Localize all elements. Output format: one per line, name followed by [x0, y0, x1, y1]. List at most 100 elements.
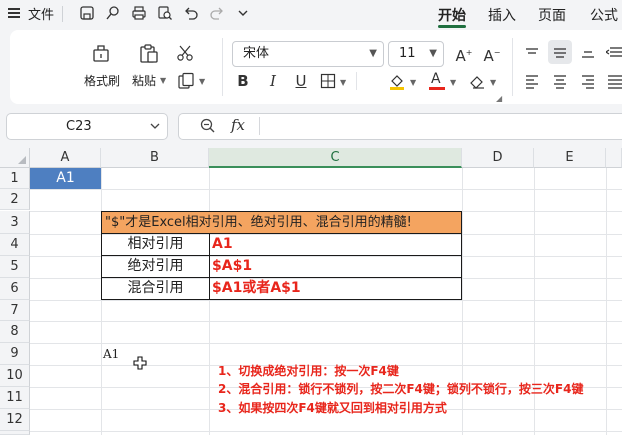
clear-format-icon[interactable]: [468, 72, 486, 90]
hamburger-menu-icon[interactable]: [8, 7, 20, 19]
row-header-11[interactable]: 11: [0, 387, 30, 409]
row-header-10[interactable]: 10: [0, 365, 30, 387]
bold-icon[interactable]: B: [234, 72, 252, 90]
column-header-d[interactable]: D: [462, 148, 534, 168]
column-header-a[interactable]: A: [30, 148, 101, 168]
row-header-3[interactable]: 3: [0, 211, 30, 234]
table-row-value: A1: [212, 236, 233, 252]
note-line-3: 3、如果按四次F4键就又回到相对引用方式: [218, 401, 447, 415]
table-row-label: 相对引用: [127, 236, 184, 252]
row-header-13[interactable]: [0, 431, 30, 435]
table-row-label-cell[interactable]: 相对引用: [101, 233, 210, 256]
formula-input[interactable]: [266, 119, 616, 137]
table-row-label: 绝对引用: [127, 258, 184, 274]
table-row-value: $A1或者A$1: [212, 280, 301, 296]
font-name-select[interactable]: 宋体 ▼: [232, 41, 384, 67]
paste-button[interactable]: 粘贴: [132, 72, 156, 89]
tab-insert[interactable]: 插入: [488, 5, 516, 25]
font-dialog-launcher-icon[interactable]: ◢: [496, 94, 502, 103]
row-header-4[interactable]: 4: [0, 234, 30, 256]
table-row-value-cell[interactable]: $A$1: [209, 255, 462, 278]
paste-icon[interactable]: [138, 42, 160, 64]
chevron-down-icon[interactable]: [234, 5, 251, 22]
align-top-icon[interactable]: [524, 44, 540, 60]
gridline: [209, 168, 210, 435]
chevron-down-icon: ▼: [429, 48, 437, 59]
gridline: [606, 168, 607, 435]
justify-icon[interactable]: [606, 73, 622, 89]
fx-icon[interactable]: fx: [231, 116, 245, 134]
paste-dropdown-arrow[interactable]: ▼: [160, 76, 166, 85]
column-header-e[interactable]: E: [534, 148, 606, 168]
table-row-label-cell[interactable]: 绝对引用: [101, 255, 210, 278]
print-preview-icon[interactable]: [104, 5, 121, 22]
chevron-down-icon: ▼: [369, 48, 377, 59]
font-name-value: 宋体: [243, 46, 270, 61]
align-middle-icon[interactable]: [548, 40, 572, 64]
row-header-7[interactable]: 7: [0, 300, 30, 321]
print-icon[interactable]: [130, 5, 147, 22]
fill-color-icon[interactable]: [388, 72, 406, 90]
tab-formula[interactable]: 公式: [590, 5, 618, 25]
row-header-5[interactable]: 5: [0, 256, 30, 278]
save-icon[interactable]: [78, 5, 95, 22]
border-dropdown-arrow[interactable]: ▼: [340, 78, 346, 87]
font-size-value: 11: [399, 46, 416, 61]
table-row-value-cell[interactable]: $A1或者A$1: [209, 277, 462, 300]
table-header-cell[interactable]: "$"才是Excel相对引用、绝对引用、混合引用的精髓!: [101, 211, 462, 234]
cell-cursor-icon: [133, 355, 147, 370]
gridline: [101, 168, 102, 435]
row-header-8[interactable]: 8: [0, 321, 30, 343]
fill-color-dropdown-arrow[interactable]: ▼: [410, 78, 416, 87]
align-right-icon[interactable]: [580, 73, 596, 89]
chevron-down-icon[interactable]: [148, 118, 162, 132]
row-header-12[interactable]: 12: [0, 409, 30, 431]
font-size-select[interactable]: 11 ▼: [388, 41, 444, 67]
table-row-value: $A$1: [212, 258, 253, 274]
italic-icon[interactable]: I: [264, 72, 282, 90]
ribbon-separator: [356, 72, 357, 90]
clear-format-dropdown-arrow[interactable]: ▼: [490, 78, 496, 87]
table-row-value-cell[interactable]: A1: [209, 233, 462, 256]
table-header-text: "$"才是Excel相对引用、绝对引用、混合引用的精髓!: [105, 215, 412, 230]
column-header-b[interactable]: B: [101, 148, 209, 168]
tab-page[interactable]: 页面: [538, 5, 566, 25]
align-left-icon[interactable]: [524, 73, 540, 89]
cell-b9-text: A1: [103, 347, 120, 361]
zoom-function-icon[interactable]: [199, 117, 217, 135]
copy-icon[interactable]: [177, 72, 195, 90]
column-header-f[interactable]: [606, 148, 622, 168]
table-row-label-cell[interactable]: 混合引用: [101, 277, 210, 300]
increase-font-icon[interactable]: A+: [454, 44, 474, 65]
row-header-1[interactable]: 1: [0, 168, 30, 189]
redo-icon[interactable]: [208, 5, 225, 22]
find-icon[interactable]: [156, 5, 173, 22]
cell-a1[interactable]: A1: [30, 168, 101, 189]
font-color-icon[interactable]: A: [428, 71, 446, 90]
format-painter-button[interactable]: 格式刷: [84, 72, 120, 89]
note-line-2: 2、混合引用：锁行不锁列，按二次F4键；锁列不锁行，按三次F4键: [218, 382, 584, 396]
decrease-font-icon[interactable]: A−: [482, 44, 502, 65]
align-bottom-icon[interactable]: [580, 44, 596, 60]
font-color-dropdown-arrow[interactable]: ▼: [450, 78, 456, 87]
select-all-corner[interactable]: [0, 148, 30, 168]
ribbon-separator: [222, 38, 223, 96]
tab-home[interactable]: 开始: [438, 5, 466, 25]
file-menu[interactable]: 文件: [28, 4, 54, 23]
column-header-c[interactable]: C: [209, 148, 462, 168]
divider: [62, 6, 63, 22]
cell-a1-text: A1: [56, 170, 75, 186]
align-center-icon[interactable]: [552, 73, 568, 89]
indent-icon[interactable]: [604, 44, 622, 60]
border-icon[interactable]: [320, 73, 336, 89]
cut-icon[interactable]: [176, 44, 194, 62]
row-header-2[interactable]: 2: [0, 189, 30, 210]
row-header-6[interactable]: 6: [0, 278, 30, 300]
format-painter-icon[interactable]: [90, 42, 112, 64]
table-row-label: 混合引用: [127, 280, 184, 296]
formula-separator: [259, 117, 260, 135]
underline-icon[interactable]: U: [292, 72, 310, 90]
row-header-9[interactable]: 9: [0, 343, 30, 365]
copy-dropdown-arrow[interactable]: ▼: [199, 77, 205, 86]
undo-icon[interactable]: [182, 5, 199, 22]
